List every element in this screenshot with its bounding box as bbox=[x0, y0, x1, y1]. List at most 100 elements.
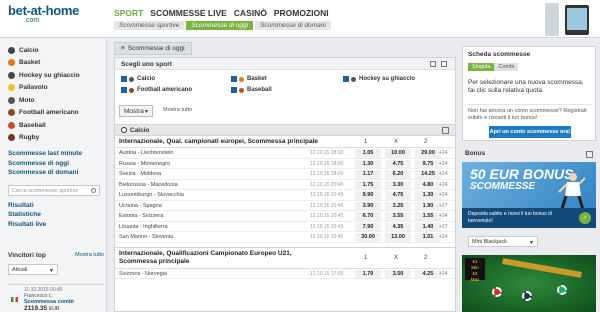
logo[interactable]: bet-at-home .com bbox=[8, 4, 79, 24]
match-teams[interactable]: Svezia - Moldova bbox=[119, 171, 161, 177]
odd-x-button[interactable]: 4.75 bbox=[385, 159, 411, 168]
match-teams[interactable]: Ucraina - Spagna bbox=[119, 203, 162, 209]
print-icon[interactable] bbox=[430, 61, 436, 67]
subnav-scommesse-domani[interactable]: Scommesse di domani bbox=[255, 21, 331, 30]
more-bets-link[interactable]: +27 bbox=[439, 203, 447, 209]
odd-1-button[interactable]: 9.90 bbox=[355, 191, 381, 200]
casino-game-preview[interactable]: €1 Min €2 Max bbox=[462, 255, 596, 312]
match-teams[interactable]: Lituania - Inghilterra bbox=[119, 224, 168, 230]
more-bets-link[interactable]: +27 bbox=[439, 224, 447, 230]
odd-2-button[interactable]: 4.25 bbox=[415, 269, 441, 278]
checkbox-basket[interactable]: Basket bbox=[231, 76, 267, 82]
odd-2-button[interactable]: 1.40 bbox=[415, 222, 441, 231]
odd-2-button[interactable]: 1.90 bbox=[415, 201, 441, 210]
game-select[interactable]: Mini Blackjack ▼ bbox=[468, 236, 538, 247]
match-teams[interactable]: San Marino - Slovenia bbox=[119, 234, 173, 240]
sidebar-item-basket[interactable]: Basket bbox=[0, 57, 106, 70]
more-bets-link[interactable]: +24 bbox=[439, 271, 447, 277]
tab-singola[interactable]: Singola bbox=[468, 63, 495, 71]
subnav-scommesse-oggi[interactable]: Scommesse di oggi bbox=[186, 21, 254, 30]
checkbox-checked-icon[interactable] bbox=[121, 76, 127, 82]
top-winners-select[interactable]: Attuali ▼ bbox=[8, 264, 58, 275]
match-teams[interactable]: Lussemburgo - Slovacchia bbox=[119, 192, 184, 198]
match-teams[interactable]: Austria - Liechtenstein bbox=[119, 150, 173, 156]
odd-1-button[interactable]: 1.70 bbox=[355, 269, 381, 278]
checkbox-calcio[interactable]: Calcio bbox=[121, 76, 155, 82]
match-teams[interactable]: Svizzera - Norvegia bbox=[119, 271, 167, 277]
table-row[interactable]: San Marino - Slovenia 12.10.15 20:45 30.00… bbox=[115, 232, 455, 243]
link-scommesse-domani[interactable]: Scommesse di domani bbox=[8, 169, 106, 179]
odd-1-button[interactable]: 3.90 bbox=[355, 201, 381, 210]
odd-2-button[interactable]: 4.80 bbox=[415, 180, 441, 189]
checkbox-football-americano[interactable]: Football americano bbox=[121, 87, 192, 93]
odd-1-button[interactable]: 6.70 bbox=[355, 212, 381, 221]
nav-promozioni[interactable]: PROMOZIONI bbox=[274, 8, 329, 18]
odd-2-button[interactable]: 14.25 bbox=[415, 170, 441, 179]
sidebar-item-rugby[interactable]: Rugby bbox=[0, 132, 106, 145]
odd-1-button[interactable]: 1.17 bbox=[355, 170, 381, 179]
table-row[interactable]: Lussemburgo - Slovacchia 12.10.15 20:45 9.… bbox=[115, 190, 455, 201]
match-teams[interactable]: Russia - Montenegro bbox=[119, 161, 170, 167]
odd-1-button[interactable]: 7.90 bbox=[355, 222, 381, 231]
link-last-minute[interactable]: Scommesse last minute bbox=[8, 150, 106, 160]
more-bets-link[interactable]: +24 bbox=[439, 213, 447, 219]
odd-x-button[interactable]: 13.00 bbox=[385, 233, 411, 242]
nav-casino[interactable]: CASINÒ bbox=[234, 8, 267, 18]
match-teams[interactable]: Estonia - Svizzera bbox=[119, 213, 163, 219]
odd-1-button[interactable]: 30.00 bbox=[355, 233, 381, 242]
tab-combi[interactable]: Combi bbox=[494, 63, 519, 71]
table-row[interactable]: Estonia - Svizzera 12.10.15 20:45 6.70 3.55… bbox=[115, 211, 455, 222]
table-row[interactable]: Austria - Liechtenstein 12.10.15 18:00 1.0… bbox=[115, 148, 455, 159]
top-winners-more-link[interactable]: Mostra tutto bbox=[75, 252, 104, 258]
odd-x-button[interactable]: 3.55 bbox=[385, 212, 411, 221]
minimize-icon[interactable] bbox=[586, 151, 593, 158]
sidebar-item-football-americano[interactable]: Football americano bbox=[0, 107, 106, 120]
minimize-icon[interactable] bbox=[441, 61, 447, 67]
table-row[interactable]: Bielorussia - Macedonia 12.10.15 20:45 1.7… bbox=[115, 180, 455, 190]
odd-x-button[interactable]: 3.50 bbox=[385, 269, 411, 278]
search-icon[interactable] bbox=[91, 187, 96, 193]
link-statistiche[interactable]: Statistiche bbox=[8, 211, 106, 221]
nav-scommesse-live[interactable]: SCOMMESSE LIVE bbox=[150, 8, 227, 18]
more-bets-link[interactable]: +24 bbox=[439, 150, 447, 156]
minimize-icon[interactable] bbox=[442, 126, 449, 134]
odd-x-button[interactable]: 3.30 bbox=[385, 180, 411, 189]
odd-x-button[interactable]: 4.75 bbox=[385, 191, 411, 200]
nav-sport[interactable]: SPORT bbox=[114, 8, 143, 18]
odd-2-button[interactable]: 29.00 bbox=[415, 149, 441, 158]
table-row[interactable]: Svizzera - Norvegia 12.10.15 17:00 1.70 3.5… bbox=[115, 269, 455, 279]
checkbox-baseball[interactable]: Baseball bbox=[231, 87, 272, 93]
checkbox-checked-icon[interactable] bbox=[121, 87, 127, 93]
bonus-banner[interactable]: 50 EUR BONUS SCOMMESSE Deposita subito e… bbox=[462, 162, 596, 228]
sidebar-item-baseball[interactable]: Baseball bbox=[0, 119, 106, 132]
odd-1-button[interactable]: 1.75 bbox=[355, 180, 381, 189]
checkbox-hockey[interactable]: Hockey su ghiaccio bbox=[343, 76, 415, 82]
odd-x-button[interactable]: 4.35 bbox=[385, 222, 411, 231]
search-input[interactable]: Cerca scommesse sportive bbox=[8, 184, 100, 196]
odd-2-button[interactable]: 9.75 bbox=[415, 159, 441, 168]
mostra-tutto-link[interactable]: Mostra tutto bbox=[163, 107, 192, 113]
header-promo[interactable] bbox=[545, 3, 600, 36]
checkbox-checked-icon[interactable] bbox=[231, 87, 237, 93]
arrow-right-icon[interactable]: › bbox=[579, 212, 591, 224]
link-scommesse-oggi[interactable]: Scommesse di oggi bbox=[8, 160, 106, 170]
checkbox-checked-icon[interactable] bbox=[343, 76, 349, 82]
more-bets-link[interactable]: +24 bbox=[439, 234, 447, 240]
odd-x-button[interactable]: 10.00 bbox=[385, 149, 411, 158]
table-row[interactable]: Russia - Montenegro 12.10.15 18:00 1.30 4.7… bbox=[115, 159, 455, 169]
odd-1-button[interactable]: 1.05 bbox=[355, 149, 381, 158]
table-row[interactable]: Ucraina - Spagna 12.10.15 20:45 3.90 3.25 1.… bbox=[115, 201, 455, 211]
odd-x-button[interactable]: 6.20 bbox=[385, 170, 411, 179]
more-bets-link[interactable]: +24 bbox=[439, 161, 447, 167]
odd-2-button[interactable]: 1.55 bbox=[415, 212, 441, 221]
link-risultati[interactable]: Risultati bbox=[8, 202, 106, 212]
odd-2-button[interactable]: 1.01 bbox=[415, 233, 441, 242]
sidebar-item-pallavolo[interactable]: Pallavolo bbox=[0, 82, 106, 95]
sidebar-item-hockey[interactable]: Hockey su ghiaccio bbox=[0, 69, 106, 82]
table-row[interactable]: Lituania - Inghilterra 12.10.15 20:45 7.90… bbox=[115, 222, 455, 232]
checkbox-checked-icon[interactable] bbox=[231, 76, 237, 82]
match-teams[interactable]: Bielorussia - Macedonia bbox=[119, 182, 178, 188]
more-bets-link[interactable]: +24 bbox=[439, 192, 447, 198]
mostra-button[interactable]: Mostra ▼ bbox=[119, 105, 153, 117]
table-row[interactable]: Svezia - Moldova 12.10.15 18:00 1.17 6.20 14… bbox=[115, 169, 455, 180]
